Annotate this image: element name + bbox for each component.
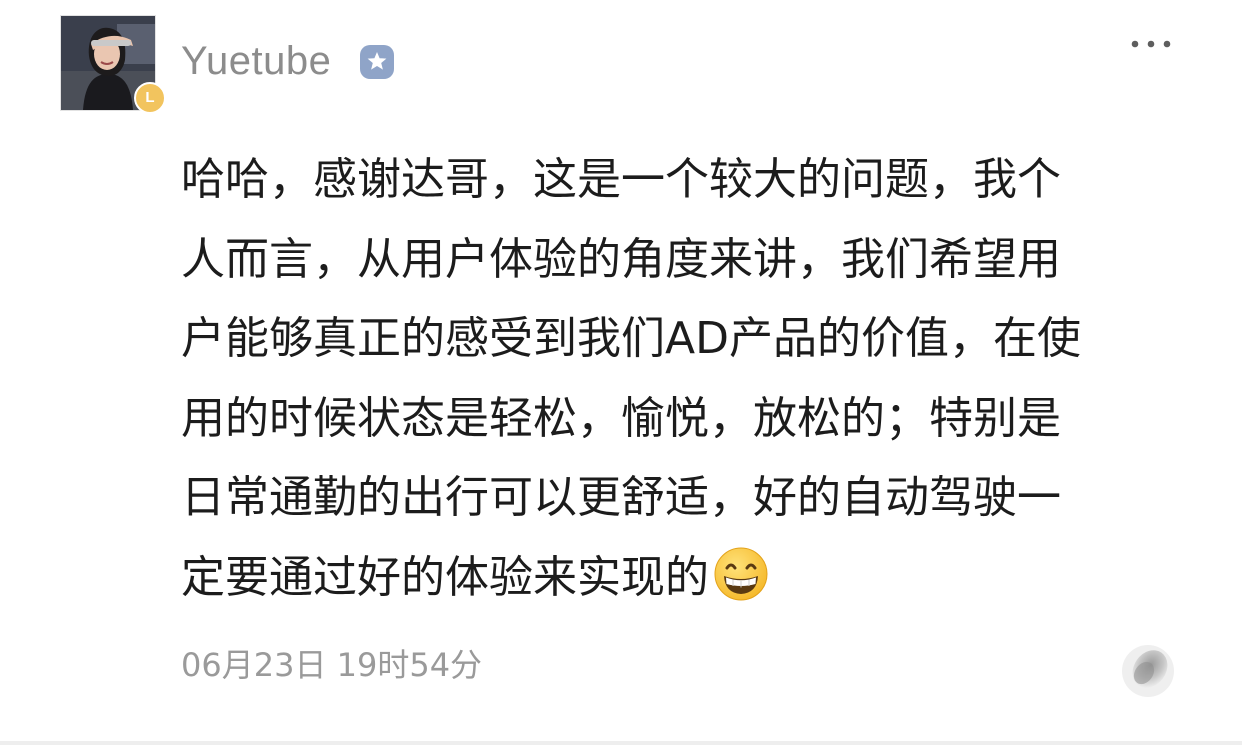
content-line: 用的时候状态是轻松，愉悦，放松的；特别是 <box>181 392 1061 444</box>
content-line: 户能够真正的感受到我们AD产品的价值，在使 <box>181 313 1081 364</box>
more-dots-icon[interactable] <box>1128 34 1174 54</box>
content-line: 哈哈，感谢达哥，这是一个较大的问题，我个 <box>181 154 1061 205</box>
post-content: 哈哈，感谢达哥，这是一个较大的问题，我个 人而言，从用户体验的角度来讲，我们希望… <box>181 140 1171 617</box>
timestamp: 06月23日 19时54分 <box>181 646 483 684</box>
username[interactable]: Yuetube <box>181 36 331 86</box>
grinning-face-emoji <box>713 546 769 602</box>
level-badge: L <box>134 82 166 114</box>
content-line: 定要通过好的体验来实现的 <box>181 551 709 603</box>
verified-star-icon <box>359 44 395 80</box>
content-line: 日常通勤的出行可以更舒适，好的自动驾驶一 <box>181 472 1061 523</box>
content-line-last: 定要通过好的体验来实现的 <box>181 538 1171 618</box>
bottom-divider <box>0 741 1242 745</box>
like-icon[interactable] <box>1120 643 1176 699</box>
content-line: 人而言，从用户体验的角度来讲，我们希望用 <box>181 233 1061 285</box>
